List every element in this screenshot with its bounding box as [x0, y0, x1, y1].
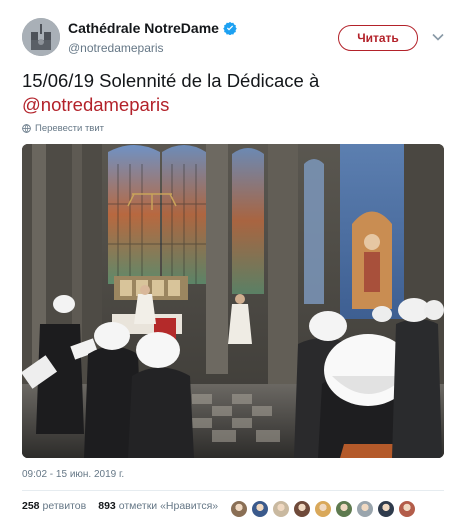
chevron-down-icon[interactable]	[431, 30, 445, 44]
author-handle[interactable]: @notredameparis	[68, 41, 237, 55]
liker-avatar[interactable]	[377, 500, 395, 518]
liker-avatar[interactable]	[293, 500, 311, 518]
liker-avatar[interactable]	[230, 500, 248, 518]
translate-label: Перевести твит	[35, 123, 105, 134]
cathedral-avatar-icon	[22, 18, 60, 56]
tweet-header: Cathédrale NotreDame @notredameparis Чит…	[22, 18, 448, 58]
likes-label: отметки «Нравится»	[118, 500, 219, 512]
globe-icon	[22, 124, 31, 133]
follow-button[interactable]: Читать	[338, 25, 418, 51]
author-display-name[interactable]: Cathédrale NotreDame	[68, 20, 237, 36]
avatar[interactable]	[22, 18, 60, 56]
tweet-text-body: 15/06/19 Solennité de la Dédicace à	[22, 70, 320, 91]
tweet-mention-link[interactable]: @notredameparis	[22, 94, 169, 115]
verified-badge-icon	[223, 21, 237, 35]
divider	[22, 490, 444, 491]
liker-avatars	[230, 500, 416, 518]
translate-tweet-link[interactable]: Перевести твит	[22, 123, 104, 134]
liker-avatar[interactable]	[272, 500, 290, 518]
tweet-text: 15/06/19 Solennité de la Dédicace à @not…	[22, 69, 442, 117]
liker-avatar[interactable]	[398, 500, 416, 518]
tweet-photo[interactable]	[22, 144, 444, 458]
cathedral-mass-photo	[22, 144, 444, 458]
liker-avatar[interactable]	[314, 500, 332, 518]
retweets-stat[interactable]: 258 ретвитов	[22, 500, 86, 512]
liker-avatar[interactable]	[335, 500, 353, 518]
likes-count: 893	[98, 500, 116, 512]
author-name-text: Cathédrale NotreDame	[68, 20, 219, 36]
liker-avatar[interactable]	[356, 500, 374, 518]
retweets-label: ретвитов	[42, 500, 87, 512]
likes-stat[interactable]: 893 отметки «Нравится»	[98, 500, 218, 512]
retweets-count: 258	[22, 500, 40, 512]
tweet-stats: 258 ретвитов 893 отметки «Нравится»	[22, 500, 218, 512]
tweet-timestamp[interactable]: 09:02 - 15 июн. 2019 г.	[22, 469, 124, 480]
liker-avatar[interactable]	[251, 500, 269, 518]
